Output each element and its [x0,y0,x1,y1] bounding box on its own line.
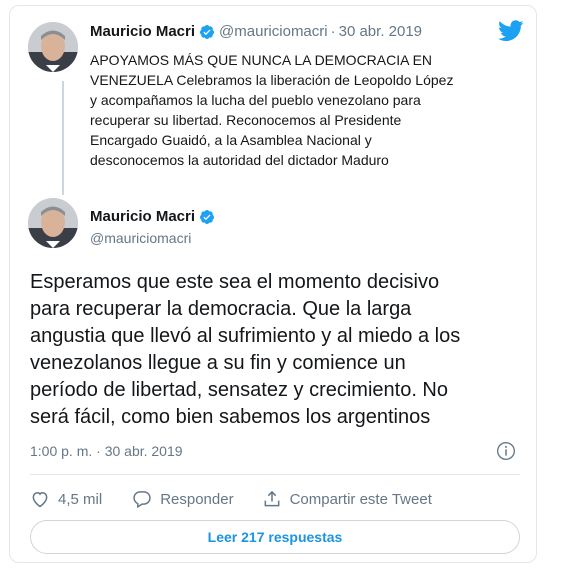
text-line: venezolanos llegue a su fin y comience u… [30,352,406,374]
tweet-date[interactable]: 30 abr. 2019 [339,23,422,40]
text-line: será fácil, como bien sabemos los argent… [30,406,431,428]
verified-badge-icon [200,24,215,39]
avatar[interactable] [28,22,78,72]
share-icon [264,490,279,507]
text-line: Esperamos que este sea el momento decisi… [30,271,440,293]
share-button[interactable]: Compartir este Tweet [262,489,432,509]
tweet-card: Mauricio Macri @mauriciomacri · 30 abr. … [9,5,537,563]
text-line: para recuperar la democracia. Que la lar… [30,298,412,320]
text-line: Encargado Guaidó, a la Asamblea Nacional… [90,132,372,148]
quoted-tweet-header: Mauricio Macri @mauriciomacri · 30 abr. … [90,23,422,40]
thread-line [62,81,64,195]
info-icon[interactable] [496,441,516,461]
like-button[interactable]: 4,5 mil [30,489,102,509]
quoted-tweet-text: APOYAMOS MÁS QUE NUNCA LA DEMOCRACIA EN … [90,50,510,170]
tweet-text: Esperamos que este sea el momento decisi… [30,269,520,431]
tweet-timestamp[interactable]: 1:00 p. m. · 30 abr. 2019 [30,443,183,459]
text-line: desconocemos la autoridad del dictador M… [90,152,389,168]
read-replies-button[interactable]: Leer 217 respuestas [30,520,520,554]
text-line: VENEZUELA Celebramos la liberación de Le… [90,72,454,88]
tweet-actions: 4,5 mil Responder Compartir este Tweet [30,489,432,509]
text-line: angustia que llevó al sufrimiento y al m… [30,325,461,347]
text-line: y acompañamos la lucha del pueblo venezo… [90,92,421,108]
reply-label: Responder [160,490,234,508]
text-line: período de libertad, sensatez y crecimie… [30,379,448,401]
twitter-bird-icon[interactable] [498,20,524,42]
author-name[interactable]: Mauricio Macri [90,208,195,225]
avatar[interactable] [28,198,78,248]
author-handle[interactable]: @mauriciomacri [90,230,191,246]
author-handle[interactable]: @mauriciomacri [219,23,328,40]
verified-badge-icon [200,209,215,224]
heart-icon [32,491,48,508]
reply-icon [133,491,151,509]
separator: · [330,23,336,40]
text-line: APOYAMOS MÁS QUE NUNCA LA DEMOCRACIA EN [90,52,433,68]
author-name-row: Mauricio Macri [90,208,215,225]
like-count: 4,5 mil [58,490,103,508]
reply-button[interactable]: Responder [132,489,234,509]
divider [30,474,520,475]
author-name[interactable]: Mauricio Macri [90,23,195,40]
share-label: Compartir este Tweet [289,490,432,508]
text-line: recuperar su libertad. Reconocemos al Pr… [90,112,402,128]
